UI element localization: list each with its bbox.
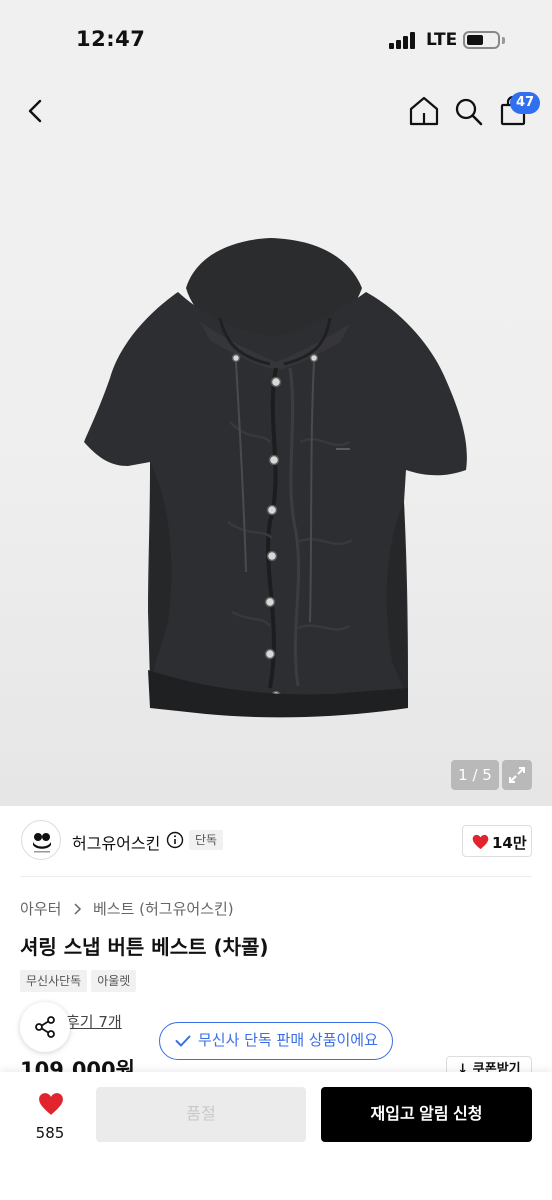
bottom-action-bar: 585 품절 재입고 알림 신청 [0,1072,552,1200]
exclusive-toast: 무신사 단독 판매 상품이에요 [159,1022,393,1060]
product-tags: 무신사단독 아울렛 [20,970,140,992]
expand-image-button[interactable] [502,760,532,790]
exclusive-badge: 단독 [189,830,224,850]
breadcrumb: 아우터 베스트 (허그유어스킨) [20,898,234,920]
chevron-left-icon [28,99,42,123]
home-icon [409,96,439,126]
info-icon[interactable] [166,831,184,849]
wishlist-button[interactable]: 585 [22,1088,78,1148]
brand-name[interactable]: 허그유어스킨 [72,830,160,854]
battery-cap [502,37,505,44]
wishlist-count: 585 [35,1124,65,1142]
top-nav [0,80,552,142]
brand-row: 허그유어스킨 단독 14만 [0,806,552,876]
cart-count-badge: 47 [510,92,541,114]
product-photo [84,238,467,718]
breadcrumb-item-subcategory[interactable]: 베스트 (허그유어스킨) [93,898,234,919]
product-title: 셔링 스냅 버튼 베스트 (차콜) [20,935,269,959]
share-button[interactable] [20,1002,70,1052]
expand-icon [509,767,525,783]
brand-logo[interactable] [21,820,61,860]
brand-like-count: 14만 [492,834,527,852]
product-image-carousel[interactable] [0,142,552,806]
breadcrumb-item-category[interactable]: 아우터 [20,898,61,919]
soldout-button: 품절 [96,1087,306,1142]
status-time: 12:47 [76,27,146,51]
section-divider [20,876,532,877]
search-button[interactable] [452,94,486,128]
status-bar: 12:47 LTE [0,0,552,80]
tag-exclusive: 무신사단독 [20,970,88,992]
review-link[interactable]: 후기 7개 [66,1011,122,1032]
search-icon [455,98,483,126]
brand-logo-mark [33,833,51,853]
back-button[interactable] [22,94,50,128]
check-icon [175,1035,191,1047]
signal-icon [389,31,417,49]
tag-outlet: 아울렛 [91,970,137,992]
network-label: LTE [426,30,458,50]
share-icon [35,1016,55,1038]
restock-alert-button[interactable]: 재입고 알림 신청 [321,1087,532,1142]
home-button[interactable] [406,94,442,128]
image-counter: 1 / 5 [451,760,499,790]
heart-icon [472,834,489,850]
brand-like-button[interactable]: 14만 [462,825,532,857]
exclusive-toast-text: 무신사 단독 판매 상품이에요 [198,1031,378,1049]
heart-icon [39,1093,63,1115]
chevron-right-icon [70,902,84,916]
battery-icon [463,31,500,49]
